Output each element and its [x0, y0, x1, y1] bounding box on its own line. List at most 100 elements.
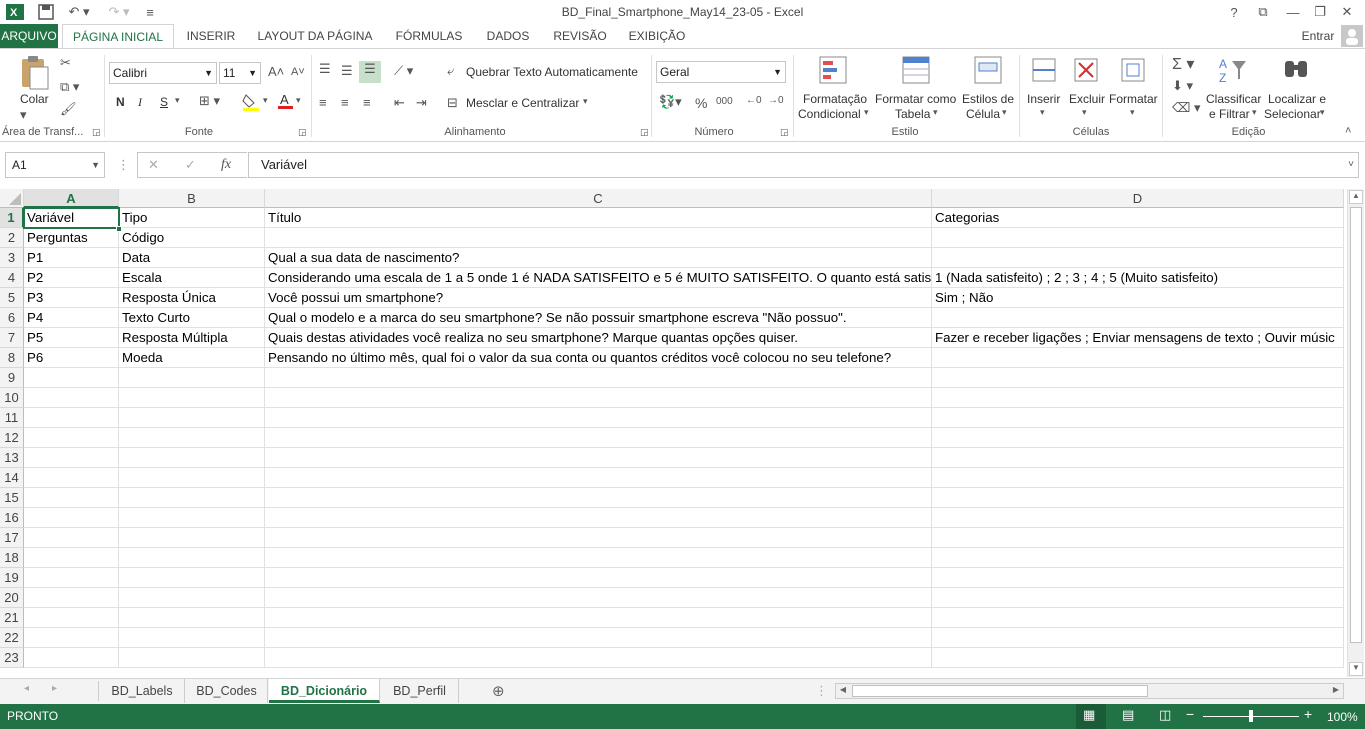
cell-c10[interactable] [265, 388, 932, 408]
cell-b2[interactable]: Código [119, 228, 265, 248]
signin-link[interactable]: Entrar [1296, 24, 1340, 49]
horizontal-scrollbar[interactable]: ◀ ▶ [835, 683, 1344, 699]
cell-c13[interactable] [265, 448, 932, 468]
column-header-d[interactable]: D [932, 189, 1344, 208]
format-painter-icon[interactable]: 🖌 [60, 101, 77, 117]
minimize-icon[interactable]: — [1283, 2, 1303, 22]
cell-b11[interactable] [119, 408, 265, 428]
cell-c8[interactable]: Pensando no último mês, qual foi o valor… [265, 348, 932, 368]
cell-d10[interactable] [932, 388, 1344, 408]
align-bottom-icon[interactable]: ☰ [359, 61, 381, 83]
number-format-select[interactable]: Geral ▼ [656, 61, 786, 83]
wrap-text-icon[interactable]: ⤶ [447, 63, 454, 79]
cell-b14[interactable] [119, 468, 265, 488]
chevron-down-icon[interactable]: ▾ [1082, 107, 1087, 118]
row-header[interactable]: 8 [0, 348, 24, 368]
conditional-format-label-2[interactable]: Condicional [798, 107, 861, 121]
cell-b4[interactable]: Escala [119, 268, 265, 288]
find-select-icon[interactable] [1282, 55, 1312, 88]
fill-color-icon[interactable] [242, 93, 262, 114]
name-box[interactable]: A1 ▼ [5, 152, 105, 178]
cell-c15[interactable] [265, 488, 932, 508]
increase-decimal-icon[interactable]: ←0 [746, 95, 762, 106]
currency-icon[interactable]: 💱▾ [659, 94, 682, 110]
expand-formula-icon[interactable]: ˅ [1348, 153, 1354, 177]
cell-c11[interactable] [265, 408, 932, 428]
zoom-out-icon[interactable]: − [1186, 706, 1194, 722]
conditional-format-icon[interactable] [818, 55, 848, 88]
cell-c23[interactable] [265, 648, 932, 668]
bold-button[interactable]: N [116, 95, 125, 109]
chevron-down-icon[interactable]: ▾ [175, 95, 180, 106]
row-header[interactable]: 10 [0, 388, 24, 408]
scroll-thumb[interactable] [1350, 207, 1362, 643]
cell-a19[interactable] [24, 568, 119, 588]
align-right-icon[interactable]: ≡ [363, 95, 371, 110]
cell-d5[interactable]: Sim ; Não [932, 288, 1344, 308]
cell-d8[interactable] [932, 348, 1344, 368]
format-table-icon[interactable] [901, 55, 931, 88]
sort-filter-icon[interactable]: AZ [1218, 55, 1248, 88]
zoom-level[interactable]: 100% [1327, 710, 1358, 724]
page-layout-icon[interactable]: ▤ [1122, 707, 1134, 723]
chevron-down-icon[interactable]: ▾ [864, 107, 869, 118]
merge-center-button[interactable]: Mesclar e Centralizar [466, 96, 579, 110]
align-left-icon[interactable]: ≡ [319, 95, 327, 110]
merge-center-icon[interactable]: ⊟ [447, 95, 458, 111]
tab-formulas[interactable]: FÓRMULAS [388, 24, 470, 49]
close-icon[interactable]: ✕ [1337, 2, 1357, 22]
cell-a14[interactable] [24, 468, 119, 488]
alignment-launcher-icon[interactable]: ◲ [640, 127, 649, 138]
cell-d16[interactable] [932, 508, 1344, 528]
cell-b20[interactable] [119, 588, 265, 608]
cell-b21[interactable] [119, 608, 265, 628]
cell-c18[interactable] [265, 548, 932, 568]
cell-a15[interactable] [24, 488, 119, 508]
worksheet[interactable]: ABCD 1 Variável Tipo Título Categorias 2 Pergu… [0, 189, 1365, 677]
cell-d7[interactable]: Fazer e receber ligações ; Enviar mensag… [932, 328, 1344, 348]
cell-a7[interactable]: P5 [24, 328, 119, 348]
row-header[interactable]: 7 [0, 328, 24, 348]
fill-handle[interactable] [116, 226, 122, 232]
row-header[interactable]: 23 [0, 648, 24, 668]
format-table-label-2[interactable]: Tabela [895, 107, 930, 121]
orientation-icon[interactable]: ⟋ ▾ [394, 63, 413, 79]
row-header[interactable]: 6 [0, 308, 24, 328]
scroll-down-icon[interactable]: ▼ [1349, 662, 1363, 676]
decrease-font-icon[interactable]: A˅ [291, 66, 305, 78]
row-header[interactable]: 14 [0, 468, 24, 488]
next-sheet-icon[interactable]: ▸ [52, 683, 57, 694]
cell-a22[interactable] [24, 628, 119, 648]
cell-a6[interactable]: P4 [24, 308, 119, 328]
row-header[interactable]: 20 [0, 588, 24, 608]
cell-b17[interactable] [119, 528, 265, 548]
sheet-tab-bd-dicionario[interactable]: BD_Dicionário [269, 679, 380, 703]
cell-a1[interactable]: Variável [24, 208, 119, 228]
sort-filter-label-1[interactable]: Classificar [1206, 92, 1261, 106]
chevron-down-icon[interactable]: ▾ [1002, 107, 1007, 118]
split-handle-icon[interactable]: ⋮ [815, 683, 828, 699]
normal-view-icon[interactable]: ▦ [1083, 707, 1095, 723]
row-header[interactable]: 9 [0, 368, 24, 388]
cell-b19[interactable] [119, 568, 265, 588]
cell-b23[interactable] [119, 648, 265, 668]
align-middle-icon[interactable]: ☰ [341, 63, 353, 79]
increase-font-icon[interactable]: A˄ [268, 64, 284, 79]
cell-a8[interactable]: P6 [24, 348, 119, 368]
insert-cells-icon[interactable] [1031, 55, 1057, 88]
cell-a21[interactable] [24, 608, 119, 628]
delete-cells-icon[interactable] [1073, 55, 1099, 88]
font-launcher-icon[interactable]: ◲ [298, 127, 307, 138]
cell-styles-icon[interactable] [973, 55, 1003, 88]
cell-b12[interactable] [119, 428, 265, 448]
column-header-b[interactable]: B [119, 189, 265, 208]
borders-icon[interactable]: ⊞ ▾ [199, 93, 220, 109]
scroll-up-icon[interactable]: ▲ [1349, 190, 1363, 204]
cell-c1[interactable]: Título [265, 208, 932, 228]
formula-input[interactable]: Variável ˅ [248, 152, 1359, 178]
cell-d19[interactable] [932, 568, 1344, 588]
cell-d9[interactable] [932, 368, 1344, 388]
cell-a5[interactable]: P3 [24, 288, 119, 308]
cell-c21[interactable] [265, 608, 932, 628]
scroll-right-icon[interactable]: ▶ [1330, 685, 1342, 697]
